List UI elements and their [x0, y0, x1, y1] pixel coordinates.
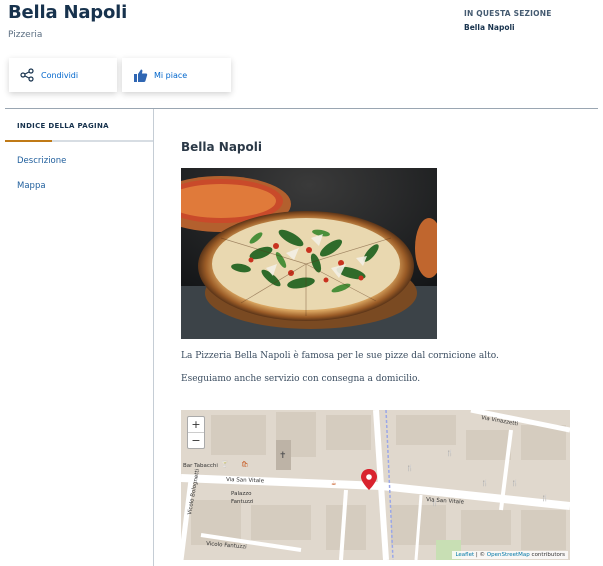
svg-text:Palazzo: Palazzo: [231, 491, 252, 497]
share-label: Condividi: [41, 70, 79, 80]
svg-text:Bar Tabacchi: Bar Tabacchi: [183, 463, 218, 469]
openstreetmap-link[interactable]: OpenStreetMap: [487, 552, 530, 558]
svg-text:🍴: 🍴: [541, 494, 548, 502]
page-index-sidebar: INDICE DELLA PAGINA Descrizione Mappa: [5, 109, 154, 566]
share-icon: [19, 67, 35, 83]
svg-text:☕: ☕: [331, 480, 336, 487]
svg-text:🍸: 🍸: [221, 460, 228, 468]
toc-item-descrizione[interactable]: Descrizione: [17, 156, 66, 166]
toc-progress-bar: [5, 140, 52, 142]
attribution-separator: | ©: [474, 552, 487, 558]
svg-text:🛍: 🛍: [241, 460, 249, 468]
thumbs-up-icon: [132, 67, 148, 83]
toc-item-mappa[interactable]: Mappa: [17, 181, 46, 191]
description-paragraph-1: La Pizzeria Bella Napoli è famosa per le…: [181, 351, 499, 361]
like-button[interactable]: Mi piace: [122, 58, 231, 92]
attribution-contributors: contributors: [529, 552, 565, 558]
page-subtitle: Pizzeria: [8, 30, 43, 40]
svg-text:🍴: 🍴: [511, 479, 518, 487]
svg-text:🍴: 🍴: [446, 449, 453, 457]
description-paragraph-2: Eseguiamo anche servizio con consegna a …: [181, 374, 421, 384]
location-map[interactable]: ✝ 🍸 🛍 ☕ 🍴 🍴 🍴 🍴 🍴 🍴 Via San Vitale Via San Vit…: [181, 410, 570, 560]
zoom-out-button[interactable]: −: [188, 432, 204, 448]
leaflet-link[interactable]: Leaflet: [455, 552, 474, 558]
toc-title: INDICE DELLA PAGINA: [17, 122, 109, 130]
pizza-photo: [181, 168, 437, 339]
section-label: IN QUESTA SEZIONE: [464, 9, 552, 18]
svg-text:🍴: 🍴: [481, 479, 488, 487]
zoom-in-button[interactable]: +: [188, 417, 204, 432]
page-title: Bella Napoli: [8, 2, 128, 23]
like-label: Mi piace: [154, 70, 188, 80]
section-link[interactable]: Bella Napoli: [464, 23, 515, 32]
map-attribution: Leaflet | © OpenStreetMap contributors: [452, 551, 568, 559]
svg-text:Fantuzzi: Fantuzzi: [231, 499, 254, 505]
map-zoom-control: + −: [187, 416, 205, 449]
svg-text:✝: ✝: [279, 451, 287, 461]
share-button[interactable]: Condividi: [9, 58, 117, 92]
svg-text:🍴: 🍴: [406, 464, 413, 472]
content-heading: Bella Napoli: [181, 140, 262, 154]
